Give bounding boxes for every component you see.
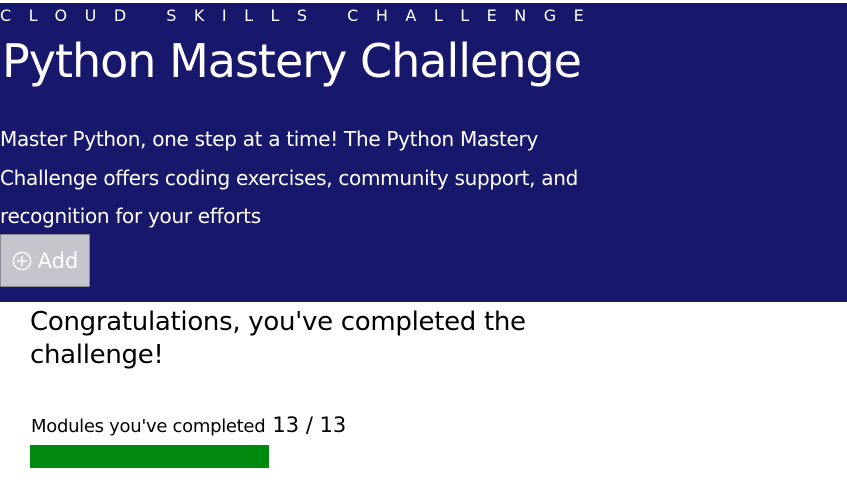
add-button-label: Add (37, 248, 79, 273)
challenge-description: Master Python, one step at a time! The P… (0, 127, 579, 228)
eyebrow-label: CLOUD SKILLS CHALLENGE (0, 6, 602, 25)
modules-completed-label: Modules you've completed (31, 416, 266, 437)
modules-completed: Modules you've completed 13 / 13 (31, 413, 346, 437)
modules-completed-count: 13 / 13 (272, 413, 347, 437)
page-title: Python Mastery Challenge (2, 34, 582, 88)
progress-bar (30, 445, 269, 468)
challenge-hero: CLOUD SKILLS CHALLENGE Python Mastery Ch… (0, 3, 847, 302)
completion-heading: Congratulations, you've completed the ch… (30, 307, 526, 370)
circle-plus-icon (12, 251, 32, 271)
add-button[interactable]: Add (0, 234, 90, 287)
progress-bar-fill (30, 445, 269, 468)
